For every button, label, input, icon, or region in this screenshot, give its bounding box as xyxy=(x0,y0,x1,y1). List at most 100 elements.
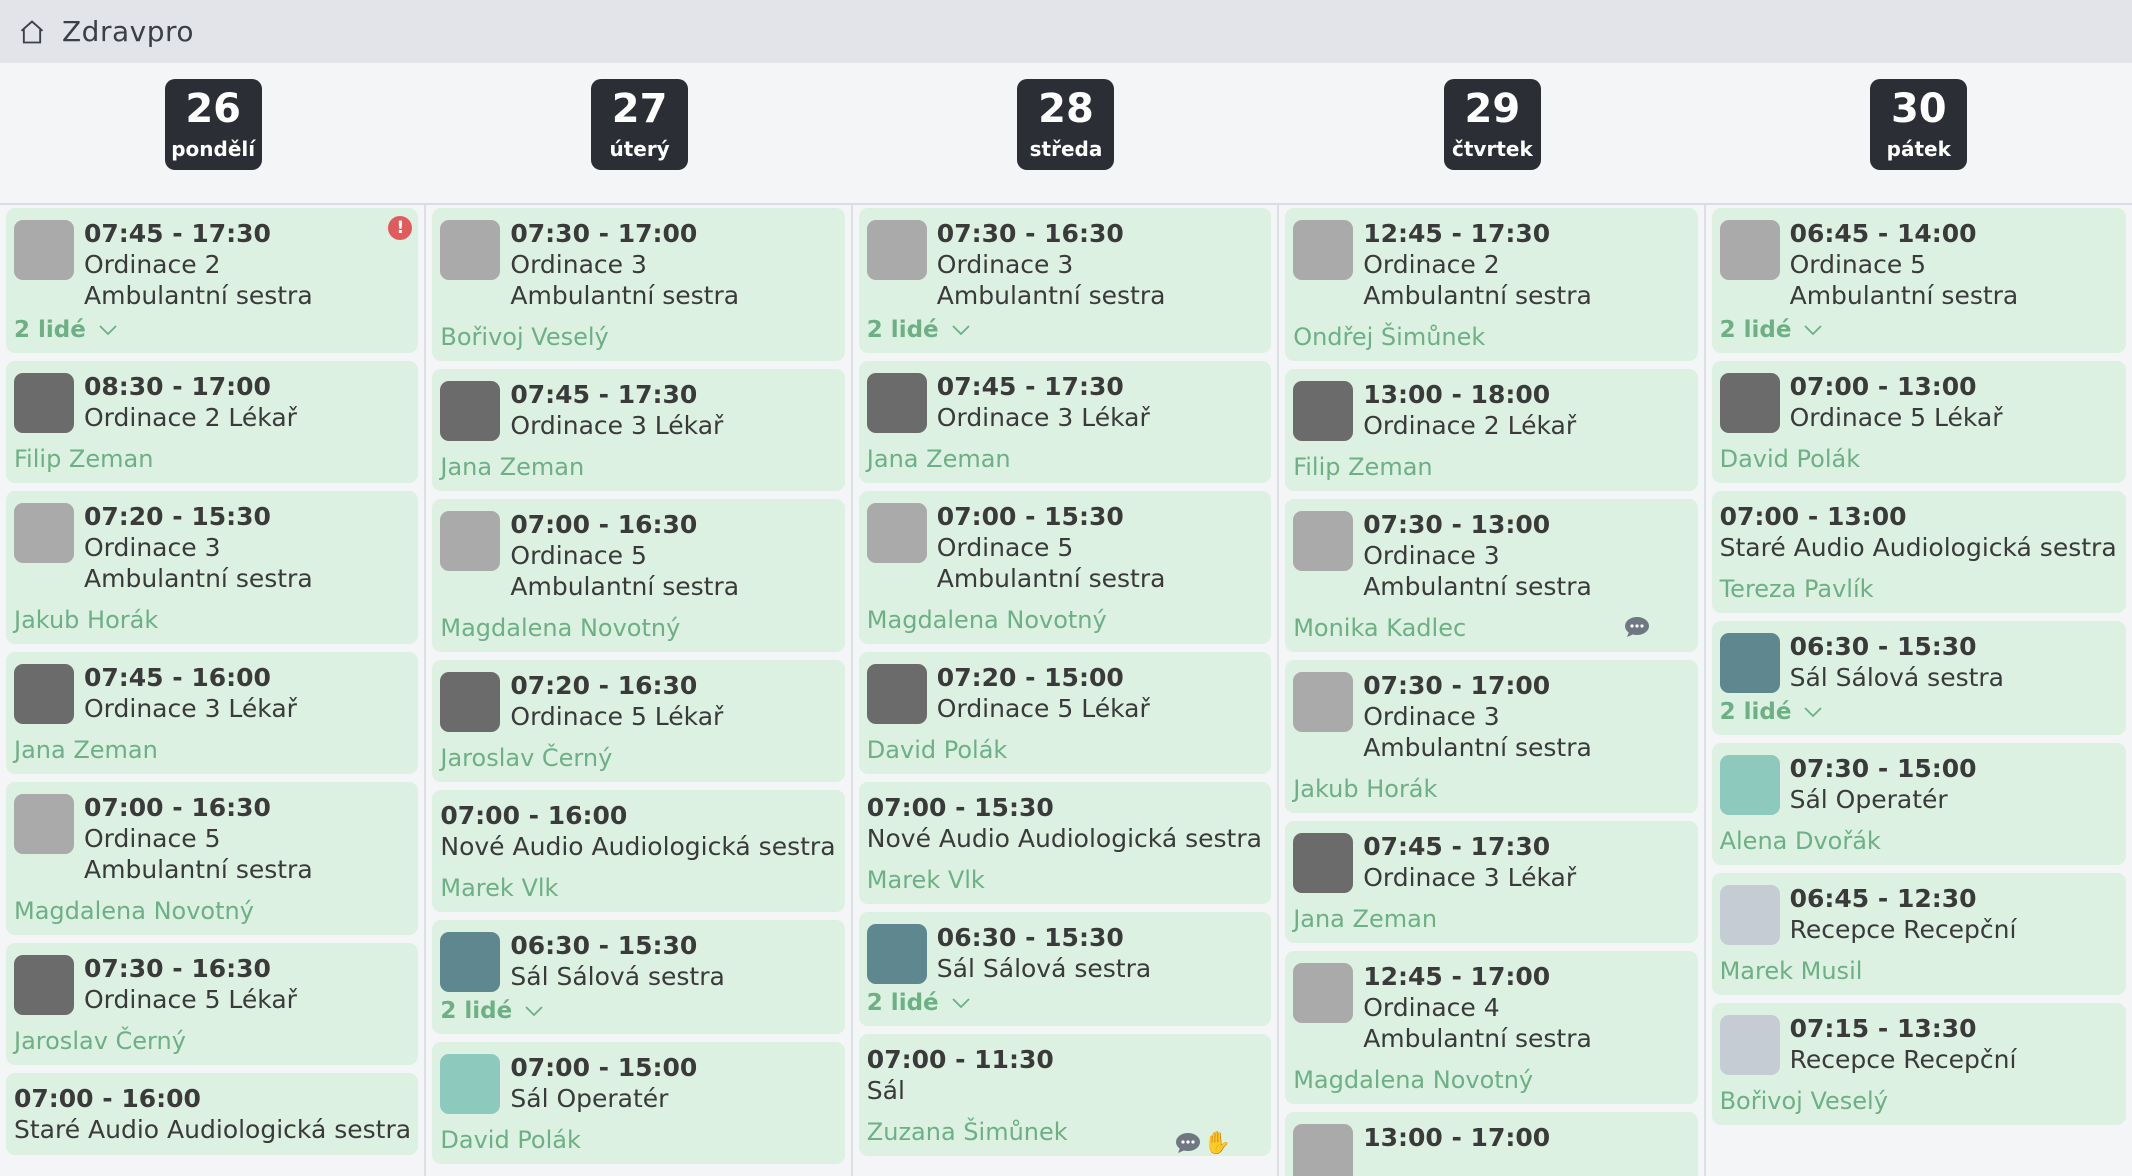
reaction-icon[interactable]: ✋ xyxy=(1204,1131,1231,1156)
avatar xyxy=(1293,381,1354,441)
shift-card[interactable]: 07:20 - 15:00 Ordinace 5 Lékař David Polák xyxy=(858,652,1272,774)
shift-card[interactable]: 07:45 - 17:30 Ordinace 3 Lékař Jana Zeman xyxy=(432,369,845,491)
shift-time: 06:45 - 12:30 xyxy=(1789,884,1977,913)
people-toggle[interactable]: 2 lidé xyxy=(14,317,408,343)
shift-card[interactable]: 07:30 - 16:30 Ordinace 5 Lékař Jaroslav Če… xyxy=(6,943,419,1065)
shift-card[interactable]: 07:20 - 16:30 Ordinace 5 Lékař Jaroslav Če… xyxy=(432,660,845,782)
day-badge[interactable]: 26 pondělí xyxy=(164,79,262,170)
shift-role-line: Sál Operatér xyxy=(510,1084,669,1113)
shift-time: 12:45 - 17:30 xyxy=(1363,219,1551,248)
shift-time: 07:30 - 16:30 xyxy=(84,954,271,983)
shift-card[interactable]: 07:45 - 16:00 Ordinace 3 Lékař Jana Zeman xyxy=(6,652,419,774)
assigned-person[interactable]: Jaroslav Černý xyxy=(14,1027,408,1055)
shift-card[interactable]: 07:00 - 15:00 Sál Operatér David Polák xyxy=(432,1042,845,1164)
people-toggle[interactable]: 2 lidé xyxy=(440,998,834,1024)
assigned-person[interactable]: Magdalena Novotný xyxy=(440,614,834,642)
avatar xyxy=(440,220,501,280)
shift-card[interactable]: 07:00 - 16:00 Staré Audio Audiologická se… xyxy=(6,1073,419,1155)
shift-info: 07:00 - 16:00 Nové Audio Audiologická ses… xyxy=(440,800,835,862)
shift-card[interactable]: 06:30 - 15:30 Sál Sálová sestra 2 lidé xyxy=(1711,621,2126,735)
assigned-person[interactable]: Magdalena Novotný xyxy=(1293,1066,1687,1094)
shift-card[interactable]: 07:30 - 17:00 Ordinace 3 Ambulantní sestra… xyxy=(432,208,845,361)
shift-info: 07:00 - 15:00 Sál Operatér xyxy=(510,1052,834,1114)
shift-card[interactable]: 12:45 - 17:00 Ordinace 4 Ambulantní sestra… xyxy=(1285,951,1698,1104)
assigned-person[interactable]: Filip Zeman xyxy=(1293,453,1687,481)
shift-card[interactable]: 07:00 - 15:30 Ordinace 5 Ambulantní sestra… xyxy=(858,491,1272,644)
shift-card[interactable]: 12:45 - 17:30 Ordinace 2 Ambulantní sestra… xyxy=(1285,208,1698,361)
people-count: 2 lidé xyxy=(866,317,939,343)
shift-card[interactable]: 07:00 - 16:30 Ordinace 5 Ambulantní sestra… xyxy=(432,499,845,652)
shift-card[interactable]: 07:00 - 16:00 Nové Audio Audiologická ses… xyxy=(432,790,845,912)
shift-role-line: Ordinace 3 Lékař xyxy=(510,411,724,440)
shift-card[interactable]: 07:20 - 15:30 Ordinace 3 Ambulantní sestra… xyxy=(6,491,419,644)
people-toggle[interactable]: 2 lidé xyxy=(867,990,1261,1016)
shift-card[interactable]: 07:00 - 16:30 Ordinace 5 Ambulantní sestra… xyxy=(6,782,419,935)
shift-card[interactable]: 07:00 - 13:00 Ordinace 5 Lékař David Polák xyxy=(1711,361,2126,483)
assigned-person[interactable]: Jana Zeman xyxy=(14,736,408,764)
assigned-person[interactable]: Bořivoj Veselý xyxy=(1720,1087,2116,1115)
shift-card[interactable]: 07:30 - 15:00 Sál Operatér Alena Dvořák xyxy=(1711,743,2126,865)
assigned-person[interactable]: Jana Zeman xyxy=(867,445,1261,473)
shift-card[interactable]: 07:00 - 11:30 Sál Zuzana Šimůnek ✋ xyxy=(858,1034,1272,1156)
shift-card[interactable]: 08:30 - 17:00 Ordinace 2 Lékař Filip Zeman xyxy=(6,361,419,483)
shift-role-line: Ordinace 5 xyxy=(84,824,221,853)
assigned-person[interactable]: Bořivoj Veselý xyxy=(440,323,834,351)
shift-card[interactable]: 07:45 - 17:30 Ordinace 2 Ambulantní sestra… xyxy=(6,208,419,353)
assigned-person[interactable]: Jaroslav Černý xyxy=(440,744,834,772)
people-toggle[interactable]: 2 lidé xyxy=(1720,699,2116,725)
assigned-person[interactable]: Jakub Horák xyxy=(14,606,408,634)
assigned-person[interactable]: Zuzana Šimůnek xyxy=(867,1118,1261,1146)
day-badge[interactable]: 29 čtvrtek xyxy=(1443,79,1541,170)
day-30: 30 pátek xyxy=(1706,63,2132,203)
assigned-person[interactable]: Alena Dvořák xyxy=(1720,827,2116,855)
comment-icon[interactable] xyxy=(1624,616,1650,638)
assigned-person[interactable]: Marek Musil xyxy=(1720,957,2116,985)
day-header: 26 pondělí 27 úterý 28 středa 29 čtvrtek… xyxy=(0,63,2132,205)
assigned-person[interactable]: David Polák xyxy=(440,1126,834,1154)
home-icon[interactable] xyxy=(18,18,46,46)
shift-card[interactable]: 07:30 - 17:00 Ordinace 3 Ambulantní sestra… xyxy=(1285,660,1698,813)
day-badge[interactable]: 30 pátek xyxy=(1870,79,1968,170)
day-weekday: pondělí xyxy=(171,136,256,161)
shift-time: 07:00 - 16:30 xyxy=(84,793,271,822)
assigned-person[interactable]: Jana Zeman xyxy=(440,453,834,481)
assigned-person[interactable]: Filip Zeman xyxy=(14,445,408,473)
assigned-person[interactable]: Magdalena Novotný xyxy=(867,606,1261,634)
assigned-person[interactable]: Tereza Pavlík xyxy=(1720,575,2116,603)
people-toggle[interactable]: 2 lidé xyxy=(867,317,1261,343)
alert-icon[interactable]: ! xyxy=(388,216,413,240)
shift-card[interactable]: 13:00 - 17:00 xyxy=(1285,1112,1698,1176)
assigned-person[interactable]: Jakub Horák xyxy=(1293,775,1687,803)
day-number: 29 xyxy=(1464,85,1521,132)
day-column: 06:45 - 14:00 Ordinace 5 Ambulantní sestra… xyxy=(1706,205,2132,1176)
people-toggle[interactable]: 2 lidé xyxy=(1720,317,2116,343)
shift-card[interactable]: 06:45 - 14:00 Ordinace 5 Ambulantní sestra… xyxy=(1711,208,2126,353)
assigned-person[interactable]: Marek Vlk xyxy=(867,866,1261,894)
day-badge[interactable]: 27 úterý xyxy=(591,79,689,170)
shift-role-line: Nové Audio Audiologická sestra xyxy=(440,832,836,861)
shift-info: 07:00 - 13:00 Ordinace 5 Lékař xyxy=(1790,371,2116,433)
shift-role-line: Ordinace 3 xyxy=(1363,702,1500,731)
assigned-person[interactable]: David Polák xyxy=(867,736,1261,764)
shift-card[interactable]: 07:00 - 13:00 Staré Audio Audiologická se… xyxy=(1711,491,2126,613)
shift-card[interactable]: 07:45 - 17:30 Ordinace 3 Lékař Jana Zeman xyxy=(1285,821,1698,943)
day-badge[interactable]: 28 středa xyxy=(1017,79,1115,170)
assigned-person[interactable]: Ondřej Šimůnek xyxy=(1293,323,1687,351)
shift-card[interactable]: 07:30 - 16:30 Ordinace 3 Ambulantní sestra… xyxy=(858,208,1272,353)
avatar xyxy=(1719,755,1780,815)
assigned-person[interactable]: Jana Zeman xyxy=(1293,905,1687,933)
day-column: 07:30 - 17:00 Ordinace 3 Ambulantní sestra… xyxy=(426,205,853,1176)
shift-role-line: Ordinace 3 xyxy=(1363,541,1500,570)
shift-card[interactable]: 07:45 - 17:30 Ordinace 3 Lékař Jana Zeman xyxy=(858,361,1272,483)
shift-card[interactable]: 06:30 - 15:30 Sál Sálová sestra 2 lidé xyxy=(432,920,845,1034)
assigned-person[interactable]: Magdalena Novotný xyxy=(14,897,408,925)
shift-card[interactable]: 07:30 - 13:00 Ordinace 3 Ambulantní sestra… xyxy=(1285,499,1698,652)
comment-icon[interactable] xyxy=(1175,1132,1201,1154)
assigned-person[interactable]: David Polák xyxy=(1720,445,2116,473)
shift-card[interactable]: 07:15 - 13:30 Recepce Recepční Bořivoj Ves… xyxy=(1711,1003,2126,1125)
shift-card[interactable]: 13:00 - 18:00 Ordinace 2 Lékař Filip Zeman xyxy=(1285,369,1698,491)
shift-card[interactable]: 07:00 - 15:30 Nové Audio Audiologická ses… xyxy=(858,782,1272,904)
assigned-person[interactable]: Marek Vlk xyxy=(440,874,834,902)
shift-card[interactable]: 06:30 - 15:30 Sál Sálová sestra 2 lidé xyxy=(858,912,1272,1026)
shift-card[interactable]: 06:45 - 12:30 Recepce Recepční Marek Musil xyxy=(1711,873,2126,995)
